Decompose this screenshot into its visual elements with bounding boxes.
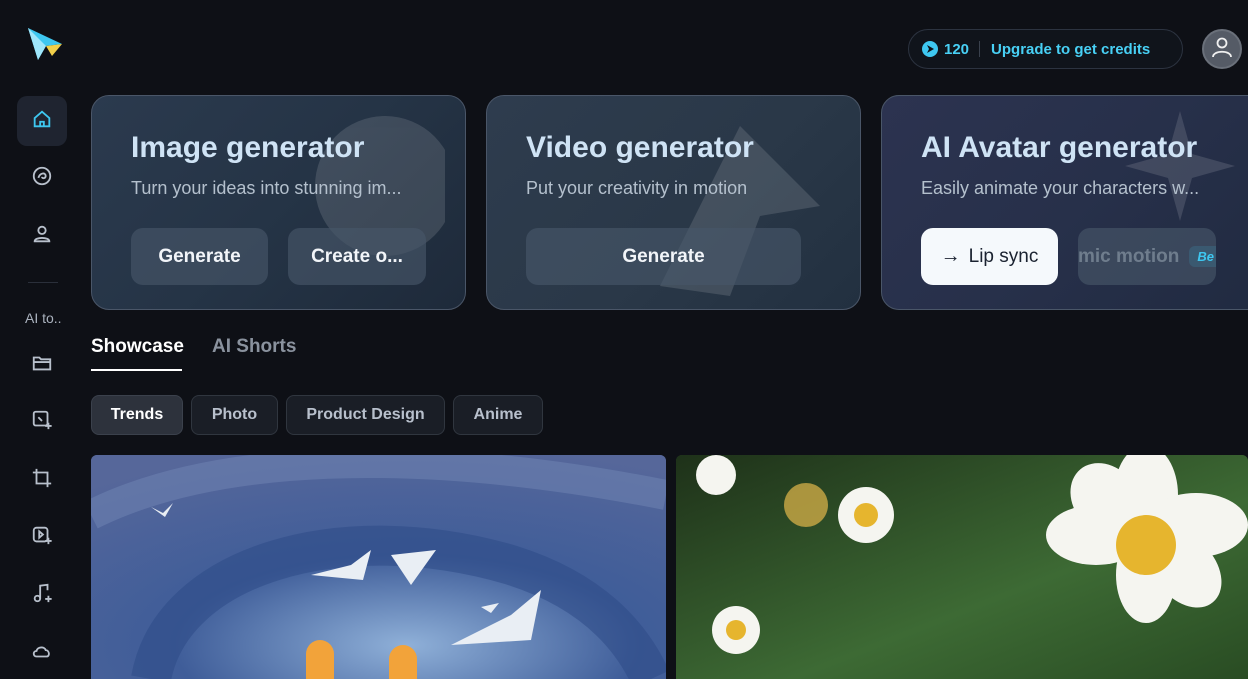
image-create-button[interactable]: Create o... — [288, 228, 426, 285]
crop-icon — [31, 467, 53, 494]
tab-showcase[interactable]: Showcase — [91, 336, 184, 358]
video-sparkle-icon — [31, 524, 53, 551]
chip-anime[interactable]: Anime — [453, 395, 543, 435]
nav-video-tool[interactable] — [17, 512, 67, 562]
dynamic-motion-label: mic motion — [1078, 245, 1180, 267]
card-title: AI Avatar generator — [921, 131, 1198, 164]
card-decoration — [1125, 111, 1235, 221]
nav-music-tool[interactable] — [17, 570, 67, 620]
tab-underline — [91, 369, 182, 371]
nav-home[interactable] — [17, 96, 67, 146]
chip-trends[interactable]: Trends — [91, 395, 183, 435]
nav-cloud-tool[interactable] — [17, 628, 67, 678]
music-icon — [31, 582, 53, 609]
lip-sync-label: Lip sync — [968, 245, 1039, 267]
nav-folder[interactable] — [17, 340, 67, 390]
card-title: Image generator — [131, 131, 365, 164]
nav-explore[interactable] — [17, 153, 67, 203]
sidebar-divider — [28, 282, 58, 283]
tab-ai-shorts[interactable]: AI Shorts — [212, 336, 296, 358]
showcase-tile-birds[interactable] — [91, 455, 666, 679]
image-generate-button[interactable]: Generate — [131, 228, 268, 285]
card-subtitle: Put your creativity in motion — [526, 178, 748, 198]
user-icon — [31, 223, 53, 250]
credits-separator — [979, 41, 981, 57]
cloud-icon — [31, 640, 53, 667]
image-sparkle-icon — [31, 409, 53, 436]
ai-avatar-generator-card[interactable]: AI Avatar generator Easily animate your … — [881, 95, 1248, 310]
card-title: Video generator — [526, 131, 754, 164]
arrow-right-icon: → — [940, 245, 961, 267]
lip-sync-button[interactable]: → Lip sync — [921, 228, 1058, 285]
showcase-image — [676, 455, 1248, 679]
credits-pill[interactable]: 120 Upgrade to get credits — [908, 29, 1183, 69]
user-avatar[interactable] — [1202, 29, 1242, 69]
video-generate-button[interactable]: Generate — [526, 228, 801, 285]
app-logo[interactable] — [24, 26, 64, 64]
chip-product-design[interactable]: Product Design — [286, 395, 445, 435]
sidebar-section-label: AI to.. — [25, 310, 62, 326]
video-generator-card[interactable]: Video generator Put your creativity in m… — [486, 95, 861, 310]
chip-photo[interactable]: Photo — [191, 395, 278, 435]
card-subtitle: Easily animate your characters w... — [921, 178, 1200, 198]
folder-icon — [31, 352, 53, 379]
app-root: AI to.. 120 Upgrade to get credits Image… — [0, 0, 1248, 679]
dynamic-motion-button[interactable]: mic motion Be — [1078, 228, 1216, 285]
nav-image-tool[interactable] — [17, 397, 67, 447]
nav-profile[interactable] — [17, 211, 67, 261]
sidebar: AI to.. — [0, 0, 82, 679]
image-generator-card[interactable]: Image generator Turn your ideas into stu… — [91, 95, 466, 310]
home-icon — [31, 108, 53, 135]
beta-badge: Be — [1189, 246, 1216, 267]
showcase-tile-daisies[interactable] — [676, 455, 1248, 679]
user-avatar-icon — [1210, 35, 1234, 64]
showcase-image — [91, 455, 666, 679]
credit-coin-icon — [922, 41, 938, 57]
card-subtitle: Turn your ideas into stunning im... — [131, 178, 402, 198]
swirl-icon — [31, 165, 53, 192]
credits-count: 120 — [944, 40, 970, 58]
upgrade-link[interactable]: Upgrade to get credits — [991, 41, 1150, 58]
nav-crop-tool[interactable] — [17, 455, 67, 505]
